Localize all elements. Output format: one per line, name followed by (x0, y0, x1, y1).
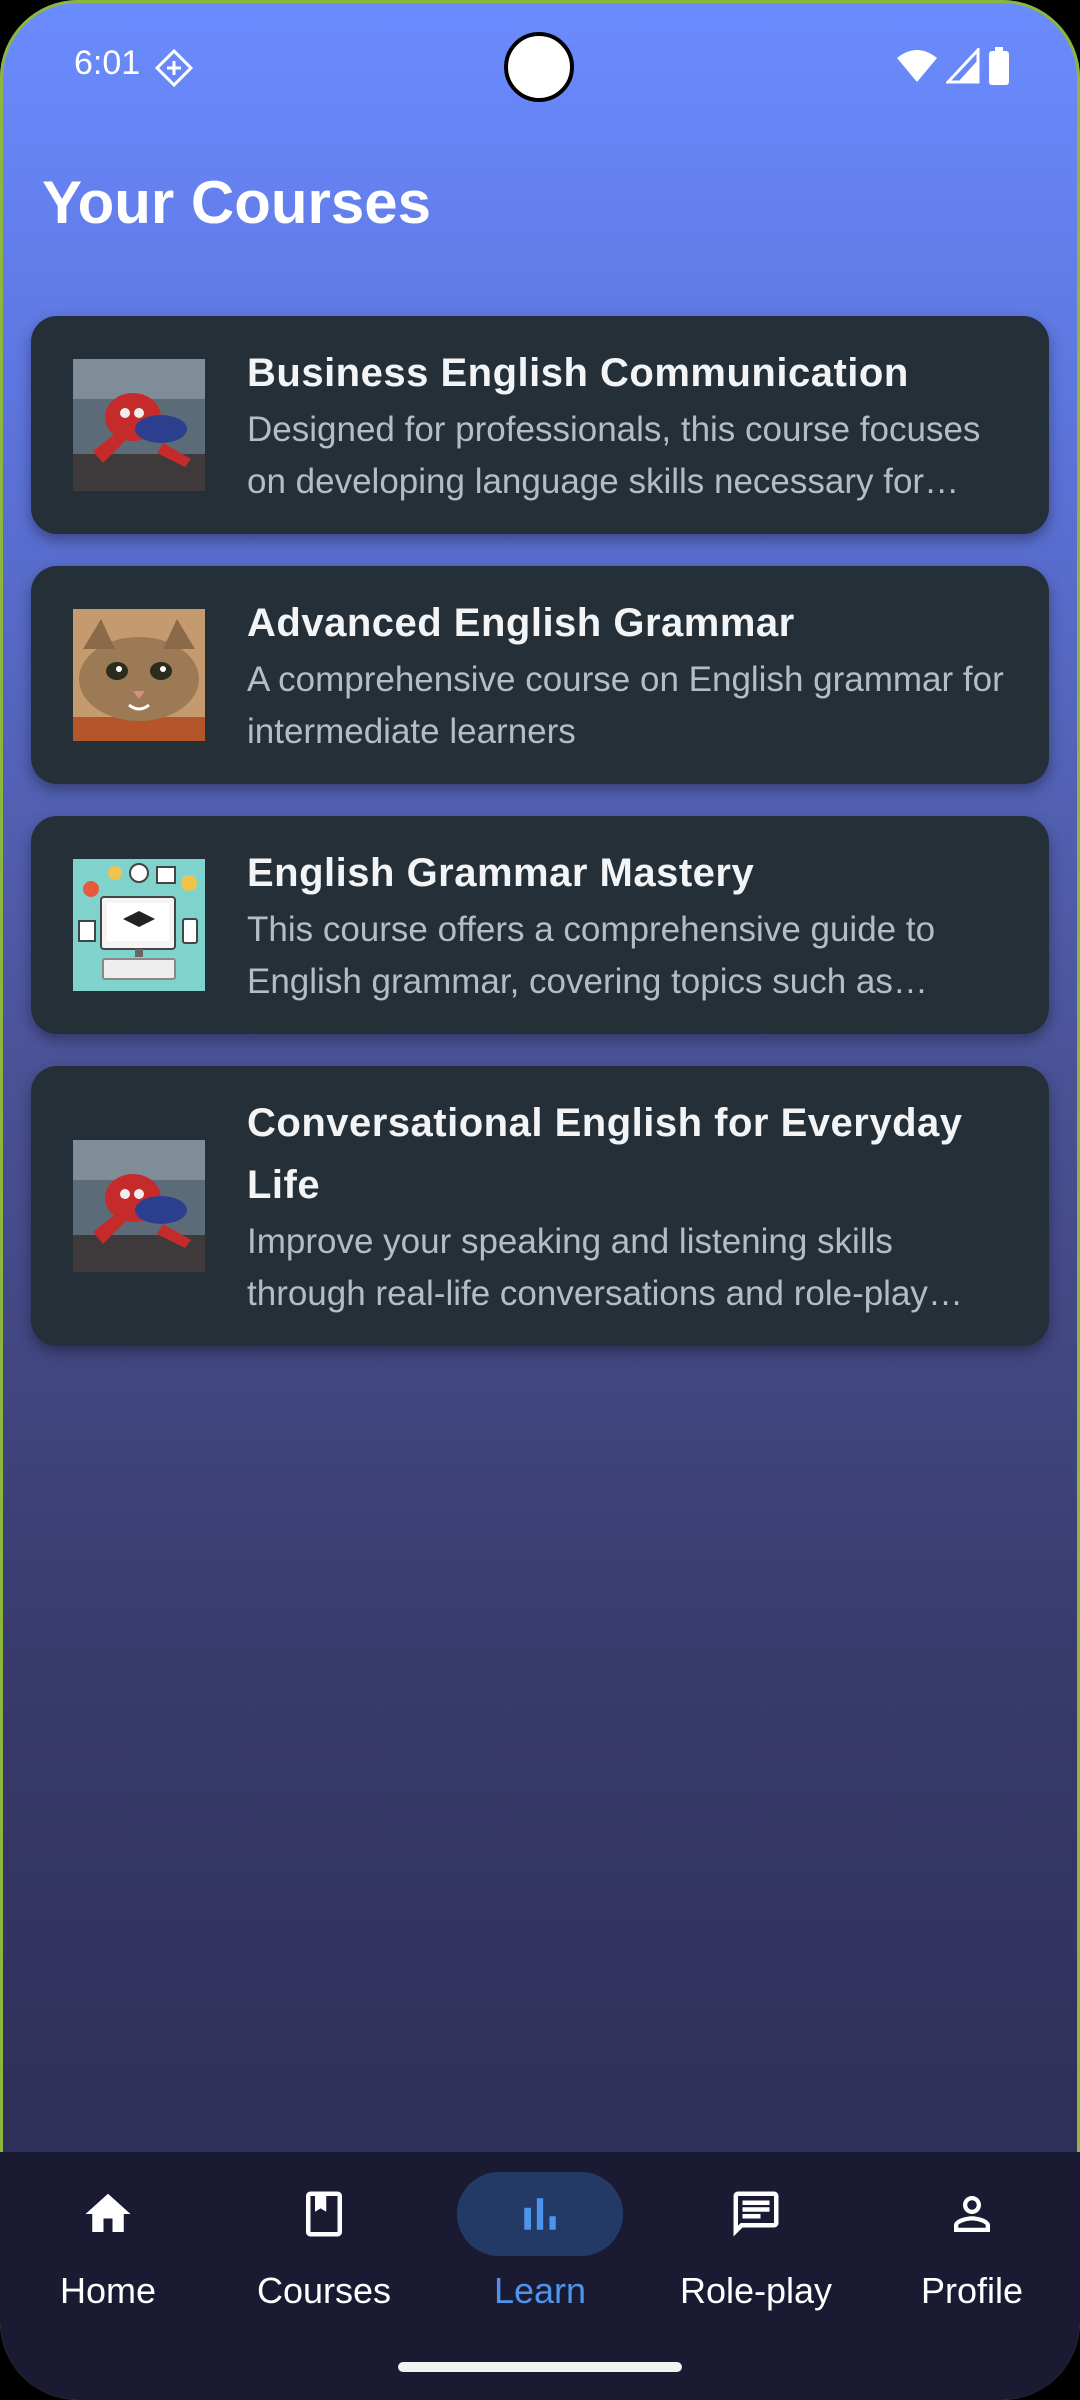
page-title: Your Courses (42, 169, 431, 236)
course-card[interactable]: English Grammar Mastery This course offe… (31, 816, 1049, 1034)
status-bar: 6:01 (0, 0, 1080, 130)
course-card[interactable]: Business English Communication Designed … (31, 316, 1049, 534)
home-icon (85, 2193, 131, 2232)
nav-label: Profile (920, 2270, 1024, 2311)
book-icon (306, 2191, 342, 2237)
notification-diamond-icon (154, 48, 194, 88)
signal-icon (946, 48, 980, 84)
course-description: Designed for professionals, this course … (247, 410, 981, 501)
nav-item-home[interactable]: Home (0, 2152, 216, 2400)
course-thumbnail-spider-hero (73, 1140, 205, 1272)
course-description: A comprehensive course on English gramma… (247, 660, 1004, 751)
spider-hero-image (73, 359, 205, 491)
course-thumbnail-spider-hero (73, 359, 205, 491)
nav-pill (889, 2172, 1055, 2256)
course-title: Advanced English Grammar (247, 601, 795, 645)
course-description: Improve your speaking and listening skil… (247, 1222, 928, 1313)
battery-icon (989, 47, 1009, 85)
nav-label: Learn (493, 2270, 587, 2311)
education-illustration-image (73, 859, 205, 991)
phone-screen: 6:01 Your Courses Business English Commu… (0, 0, 1080, 2400)
nav-item-profile[interactable]: Profile (864, 2152, 1080, 2400)
nav-label: Role-play (679, 2270, 833, 2311)
course-title: Business English Communication (247, 351, 909, 395)
course-title: English Grammar Mastery (247, 851, 755, 895)
cat-image (73, 609, 205, 741)
nav-pill (25, 2172, 191, 2256)
nav-pill (673, 2172, 839, 2256)
front-camera (504, 32, 574, 102)
person-icon (954, 2196, 990, 2232)
course-list: Business English Communication Designed … (31, 316, 1049, 1378)
course-card[interactable]: Advanced English Grammar A comprehensive… (31, 566, 1049, 784)
status-icons (896, 46, 1010, 86)
course-title: Conversational English for Everyday Life (247, 1101, 963, 1207)
status-time: 6:01 (74, 44, 141, 82)
bar-chart-icon (524, 2198, 556, 2230)
spider-hero-image (73, 1140, 205, 1272)
course-card[interactable]: Conversational English for Everyday Life… (31, 1066, 1049, 1346)
home-gesture-bar[interactable] (398, 2362, 682, 2372)
wifi-icon (897, 50, 937, 82)
nav-label: Home (59, 2270, 157, 2311)
course-thumbnail-education (73, 859, 205, 991)
course-thumbnail-cat (73, 609, 205, 741)
nav-pill (241, 2172, 407, 2256)
chat-icon (733, 2191, 779, 2237)
nav-label: Courses (256, 2270, 392, 2311)
nav-pill-active (457, 2172, 623, 2256)
course-description: This course offers a comprehensive guide… (247, 910, 936, 1001)
